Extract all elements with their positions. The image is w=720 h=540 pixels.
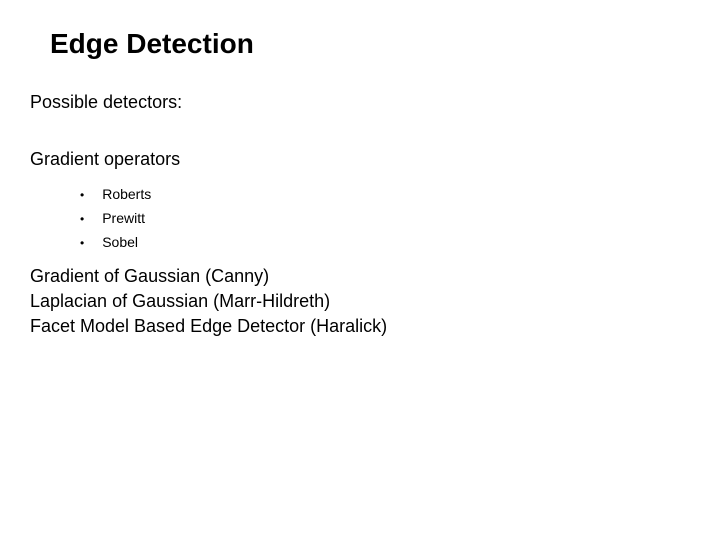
body-text: Facet Model Based Edge Detector (Haralic… (30, 316, 690, 337)
bullet-icon: • (80, 188, 84, 202)
bullet-text: Prewitt (102, 210, 145, 226)
body-text: Laplacian of Gaussian (Marr-Hildreth) (30, 291, 690, 312)
slide-title: Edge Detection (50, 28, 690, 60)
subsection-heading: Gradient operators (30, 149, 690, 170)
bullet-text: Roberts (102, 186, 151, 202)
bullet-icon: • (80, 236, 84, 250)
body-text: Gradient of Gaussian (Canny) (30, 266, 690, 287)
list-item: • Roberts (80, 186, 690, 202)
list-item: • Prewitt (80, 210, 690, 226)
list-item: • Sobel (80, 234, 690, 250)
bullet-list: • Roberts • Prewitt • Sobel (80, 186, 690, 250)
bullet-icon: • (80, 212, 84, 226)
section-label: Possible detectors: (30, 92, 690, 113)
bullet-text: Sobel (102, 234, 138, 250)
